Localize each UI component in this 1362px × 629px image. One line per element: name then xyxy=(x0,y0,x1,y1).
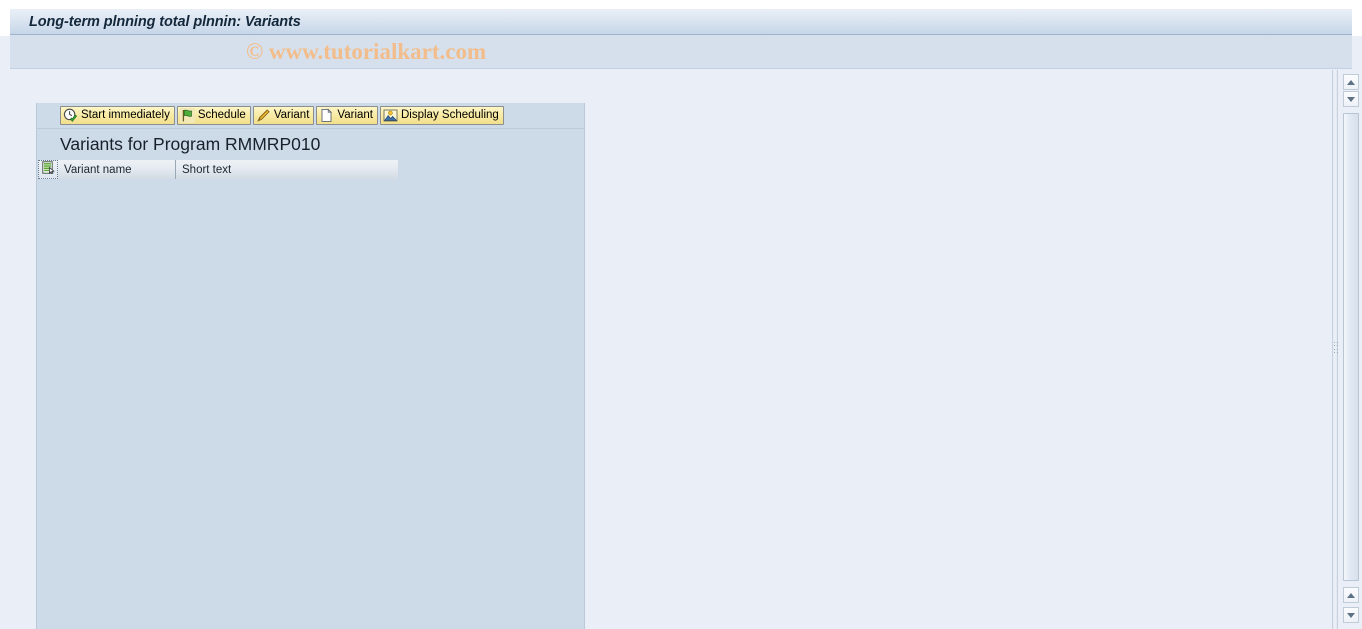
vertical-scrollbar[interactable] xyxy=(1340,70,1361,629)
blank-page-icon xyxy=(319,108,334,123)
start-immediately-button-label: Start immediately xyxy=(81,108,170,121)
clock-check-icon xyxy=(63,108,78,123)
pencil-icon xyxy=(256,108,271,123)
scrollbar-track[interactable] xyxy=(1343,113,1359,581)
column-header-short-text[interactable]: Short text xyxy=(176,160,398,179)
schedule-button[interactable]: Schedule xyxy=(176,106,251,125)
arrow-up-icon xyxy=(1347,79,1355,85)
main-content-area: Start immediately Schedule Variant Varia… xyxy=(0,70,1362,629)
scroll-up-button-bottom[interactable] xyxy=(1343,587,1359,603)
picture-mountain-icon xyxy=(383,108,398,123)
display-scheduling-button-label: Display Scheduling xyxy=(401,108,499,121)
column-header-variant-name[interactable]: Variant name xyxy=(58,160,176,179)
titlebar-container: Long-term plnning total plnnin: Variants xyxy=(0,0,1362,36)
variant-edit-button[interactable]: Variant xyxy=(252,106,315,125)
display-scheduling-button[interactable]: Display Scheduling xyxy=(380,106,504,125)
variants-panel: Start immediately Schedule Variant Varia… xyxy=(36,103,585,629)
variants-table-body xyxy=(37,179,584,614)
window-titlebar: Long-term plnning total plnnin: Variants xyxy=(10,8,1352,35)
variants-toolbar: Start immediately Schedule Variant Varia… xyxy=(37,103,584,129)
variant-edit-button-label: Variant xyxy=(273,108,310,121)
column-header-variant-name-label: Variant name xyxy=(64,163,132,176)
select-all-list-icon xyxy=(41,160,55,179)
watermark-band: © www.tutorialkart.com xyxy=(10,35,1352,69)
sap-application-window: Long-term plnning total plnnin: Variants… xyxy=(0,0,1362,629)
page-title: Long-term plnning total plnnin: Variants xyxy=(29,13,301,30)
arrow-down-icon xyxy=(1347,96,1355,102)
arrow-up-icon xyxy=(1347,592,1355,598)
arrow-down-icon xyxy=(1347,612,1355,618)
panel-headline: Variants for Program RMMRP010 xyxy=(37,129,584,160)
schedule-button-label: Schedule xyxy=(197,108,246,121)
green-flag-icon xyxy=(179,108,195,123)
vertical-scrollbar-region xyxy=(1338,70,1362,629)
scroll-down-button-bottom[interactable] xyxy=(1343,607,1359,623)
variant-create-button-label: Variant xyxy=(337,108,373,121)
start-immediately-button[interactable]: Start immediately xyxy=(60,106,175,125)
select-all-button[interactable] xyxy=(38,160,58,179)
watermark-text: © www.tutorialkart.com xyxy=(246,38,487,64)
scroll-down-button[interactable] xyxy=(1343,91,1359,107)
table-column-header-row: Variant name Short text xyxy=(37,160,584,179)
column-header-short-text-label: Short text xyxy=(182,163,232,176)
scroll-up-button[interactable] xyxy=(1343,74,1359,90)
scrollbar-thumb[interactable] xyxy=(1343,113,1359,581)
variant-create-button[interactable]: Variant xyxy=(316,106,378,125)
panel-headline-text: Variants for Program RMMRP010 xyxy=(60,134,321,154)
